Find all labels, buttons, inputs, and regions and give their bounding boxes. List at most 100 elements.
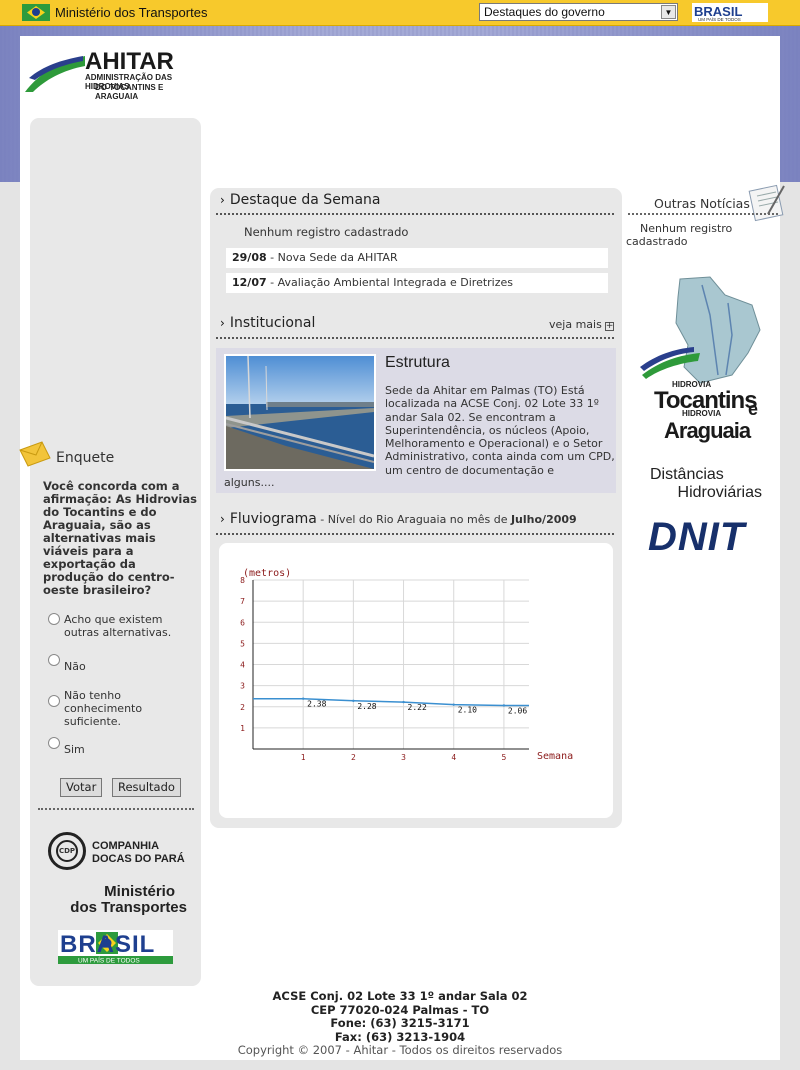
dist-line-1: Distâncias (650, 466, 724, 483)
data-label: 2.06 (508, 706, 527, 715)
section-title: Fluviograma (229, 511, 317, 527)
chart-svg: 123456781 2 3 4 5(metros)Semana2.38 2.28 2.22 2… (240, 568, 573, 762)
x-axis-label: Semana (537, 751, 573, 762)
poll-option-label[interactable]: Sim (64, 743, 194, 756)
radio-button[interactable] (48, 695, 60, 707)
y-tick-label: 7 (240, 597, 245, 606)
article-text: Sede da Ahitar em Palmas (TO) Está local… (385, 384, 615, 477)
chevron-right-icon: › (220, 316, 225, 330)
section-title: Institucional (229, 315, 316, 331)
news-item[interactable]: 12/07 - Avaliação Ambiental Integrada e … (226, 273, 608, 293)
other-news-empty-line-1: Nenhum registro (640, 222, 733, 235)
poll-option-label[interactable]: Não tenho conhecimento suficiente. (64, 689, 194, 728)
data-label: 2.28 (357, 702, 376, 711)
envelope-icon (19, 441, 51, 467)
brasil-footer-text: BRASIL (60, 931, 155, 958)
radio-button[interactable] (48, 613, 60, 625)
footer-cep: CEP 77020-024 Palmas - TO (310, 1002, 490, 1017)
section-subtitle-month: Julho/2009 (510, 513, 577, 526)
bridge-photo[interactable] (224, 354, 376, 471)
footer: ACSE Conj. 02 Lote 33 1º andar Sala 02 C… (20, 989, 780, 1058)
x-tick-label: 1 (301, 753, 306, 762)
vote-button[interactable]: Votar (60, 778, 103, 797)
series-line (253, 697, 529, 707)
footer-copyright: Copyright © 2007 - Ahitar - Todos os dir… (237, 1043, 563, 1057)
cdp-logo[interactable]: CDP COMPANHIA DOCAS DO PARÁ (48, 828, 198, 882)
x-tick-label: 2 (351, 753, 356, 762)
notepad-icon (748, 184, 785, 222)
other-news-empty-line-2: cadastrado (626, 235, 688, 248)
cdp-circle-icon: CDP (48, 832, 86, 870)
y-tick-label: 4 (240, 661, 245, 670)
news-date: 29/08 (232, 251, 267, 264)
chevron-right-icon: › (220, 193, 225, 207)
data-label: 2.10 (458, 706, 477, 715)
poll-option-label[interactable]: Acho que existem outras alternativas. (64, 613, 194, 639)
news-title[interactable]: Nova Sede da AHITAR (278, 251, 398, 264)
poll-option-label[interactable]: Não (64, 660, 194, 673)
radio-button[interactable] (48, 654, 60, 666)
dnit-logo[interactable]: DNIT (648, 515, 745, 560)
y-axis-label: (metros) (243, 568, 291, 579)
other-news-title: Outras Notícias (654, 196, 750, 211)
ministry-transport-logo[interactable]: Ministério dos Transportes (57, 884, 187, 916)
empty-message: Nenhum registro cadastrado (244, 225, 409, 239)
news-date: 12/07 (232, 276, 267, 289)
footer-fax: Fax: (63) 3213-1904 (334, 1029, 466, 1044)
section-subtitle: - Nível do Rio Araguaia no mês de (316, 513, 511, 526)
poll-question: Você concorda com a afirmação: As Hidrov… (43, 479, 197, 597)
divider (38, 808, 194, 810)
section-header-fluviograma: › Fluviograma - Nível do Rio Araguaia no … (220, 511, 577, 527)
brasil-logo-footer[interactable]: BRASIL UM PAÍS DE TODOS (58, 930, 173, 964)
divider (216, 337, 614, 339)
y-tick-label: 6 (240, 618, 245, 627)
divider (628, 213, 778, 215)
section-header-institucional: › Institucional (220, 315, 315, 331)
chevron-right-icon: › (220, 512, 225, 526)
mt-line-2: dos Transportes (70, 899, 187, 916)
waterway-distances-link[interactable]: Distâncias Hidroviárias (650, 466, 770, 502)
poll-header: Enquete (18, 440, 138, 472)
news-title[interactable]: Avaliação Ambiental Integrada e Diretriz… (278, 276, 513, 289)
ahitar-logo-mark-icon (25, 56, 85, 92)
cdp-line-1: COMPANHIA (92, 840, 160, 852)
cdp-line-2: DOCAS DO PARÁ (92, 853, 185, 865)
hidrovia-araguaia: Araguaia (664, 418, 752, 443)
government-highlights-select[interactable]: Destaques do governo ▼ (479, 3, 678, 21)
article-title[interactable]: Estrutura (385, 354, 450, 372)
brasil-logo[interactable]: BRASIL UM PAÍS DE TODOS (692, 3, 768, 22)
brazil-flag-icon (22, 4, 50, 21)
see-more-label[interactable]: veja mais (549, 318, 602, 331)
hidrovia-tocantins-araguaia-logo[interactable]: HIDROVIA Tocantins HIDROVIA e Araguaia (640, 275, 770, 443)
results-button[interactable]: Resultado (112, 778, 181, 797)
footer-address: ACSE Conj. 02 Lote 33 1º andar Sala 02 (272, 989, 528, 1003)
data-point (502, 704, 506, 707)
y-tick-label: 5 (240, 639, 245, 648)
section-title: Destaque da Semana (229, 192, 381, 208)
x-tick-label: 4 (451, 753, 456, 762)
radio-button[interactable] (48, 737, 60, 749)
brasil-logo-tagline: UM PAÍS DE TODOS (698, 16, 741, 22)
government-topbar: Ministério dos Transportes Destaques do … (0, 0, 800, 26)
y-tick-label: 2 (240, 703, 245, 712)
plus-icon[interactable]: + (604, 322, 614, 331)
data-point (301, 697, 305, 700)
article-text-tail: alguns.... (224, 476, 275, 489)
x-tick-label: 5 (501, 753, 506, 762)
data-label: 2.22 (408, 703, 427, 712)
poll-title: Enquete (56, 450, 115, 466)
data-point (452, 703, 455, 706)
data-label: 2.38 (307, 700, 326, 709)
chevron-down-icon[interactable]: ▼ (661, 5, 676, 19)
divider (216, 213, 614, 215)
select-value: Destaques do governo (484, 5, 605, 19)
data-point (352, 699, 355, 703)
divider (216, 533, 614, 535)
ministry-link[interactable]: Ministério dos Transportes (55, 5, 207, 20)
ahitar-logo[interactable]: AHITAR ADMINISTRAÇÃO DAS HIDROVIAS DO TO… (25, 48, 205, 101)
logo-name: AHITAR (85, 48, 174, 75)
news-item[interactable]: 29/08 - Nova Sede da AHITAR (226, 248, 608, 268)
y-tick-label: 3 (240, 682, 245, 691)
see-more-link[interactable]: veja mais + (549, 318, 614, 331)
other-news-empty: Nenhum registro cadastrado (626, 222, 756, 248)
